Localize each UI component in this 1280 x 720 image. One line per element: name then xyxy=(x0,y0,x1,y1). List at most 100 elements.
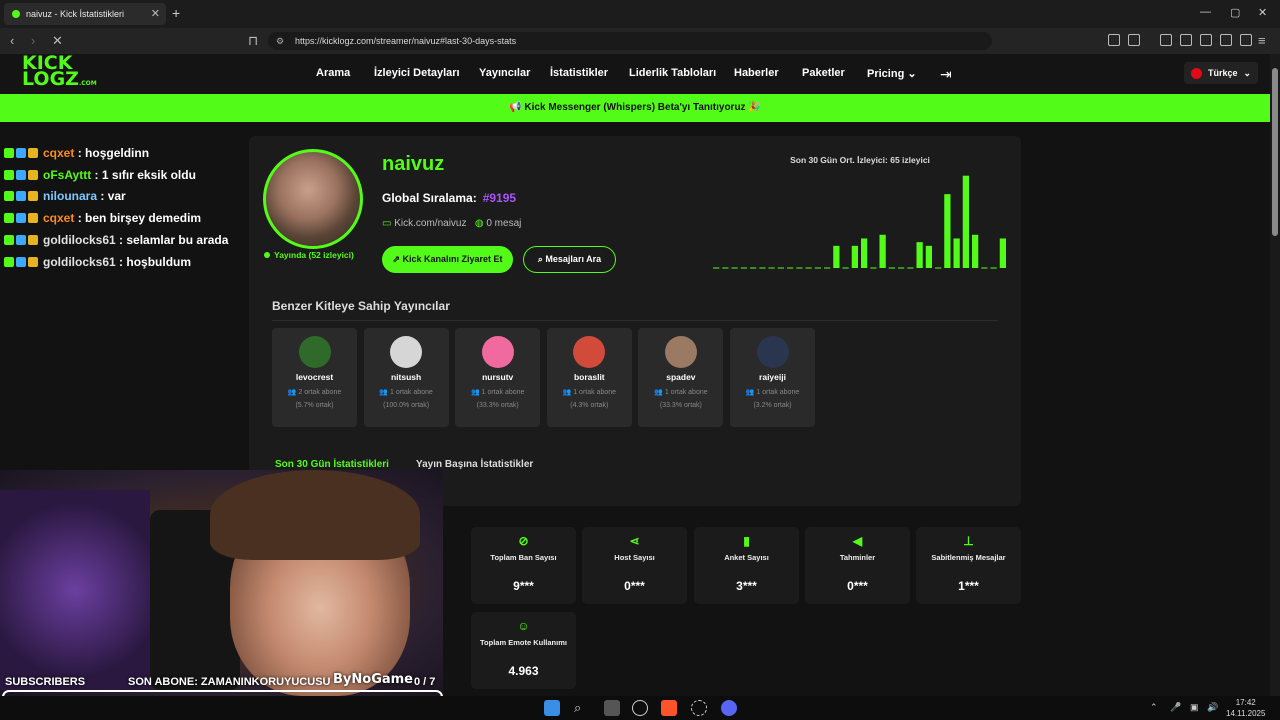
tab-title: naivuz - Kick İstatistikleri xyxy=(26,9,125,19)
similar-streamer-card[interactable]: nursutv 👥 1 ortak abone (33.3% ortak) xyxy=(455,328,541,427)
chat-overlay: cqxet : hoşgeldinn oFsAyttt : 1 sıfır eks… xyxy=(0,142,240,273)
subscribers-label: SUBSCRIBERS xyxy=(5,676,86,688)
similar-streamer-card[interactable]: levocrest 👥 2 ortak abone (5.7% ortak) xyxy=(272,328,357,427)
network-icon[interactable]: ▣ xyxy=(1190,702,1199,713)
turkey-flag-icon xyxy=(1191,67,1202,79)
back-icon[interactable]: ‹ xyxy=(10,33,14,48)
stat-icon: ⊥ xyxy=(963,534,974,548)
brave-icon[interactable] xyxy=(661,700,677,716)
volume-icon[interactable]: 🔊 xyxy=(1207,702,1218,713)
maximize-icon[interactable]: ▢ xyxy=(1230,6,1240,19)
chart-bar[interactable] xyxy=(861,238,868,268)
chat-badge-icon xyxy=(4,169,14,180)
scroll-thumb[interactable] xyxy=(1272,68,1278,236)
chatgpt-icon[interactable] xyxy=(632,700,648,716)
similar-streamer-card[interactable]: spadev 👥 1 ortak abone (33.3% ortak) xyxy=(638,328,724,427)
tray-chevron-icon[interactable]: ⌃ xyxy=(1150,702,1158,713)
tab-per-stream[interactable]: Yayın Başına İstatistikler xyxy=(416,459,533,470)
chart-bar[interactable] xyxy=(953,238,960,268)
similar-streamer-card[interactable]: raiyeiji 👥 1 ortak abone (3.2% ortak) xyxy=(730,328,815,427)
avatar xyxy=(263,149,363,249)
discord-icon[interactable] xyxy=(721,700,737,716)
chart-bar[interactable] xyxy=(944,194,951,268)
tab-close-icon[interactable]: ✕ xyxy=(151,7,160,20)
login-icon[interactable]: ⇥ xyxy=(940,66,952,83)
wallet-icon[interactable] xyxy=(1200,34,1212,46)
browser-tab[interactable]: naivuz - Kick İstatistikleri ✕ xyxy=(4,3,166,25)
mic-icon[interactable]: 🎤 xyxy=(1170,702,1181,713)
stat-icon: ☺ xyxy=(517,619,530,633)
chart-bar[interactable] xyxy=(879,234,886,268)
minimize-icon[interactable]: — xyxy=(1200,6,1211,18)
nav-arama[interactable]: Arama xyxy=(316,67,350,79)
nav-izleyici-detaylari[interactable]: İzleyici Detayları xyxy=(374,67,460,79)
users-icon: 👥 xyxy=(654,389,663,396)
chart-bar[interactable] xyxy=(925,245,932,268)
chart-bar[interactable] xyxy=(916,242,923,268)
sponsor-logo: ByNoGame xyxy=(333,672,413,687)
chart-bar[interactable] xyxy=(851,245,858,268)
stat-card: ⋖ Host Sayısı 0*** xyxy=(582,527,687,604)
forward-icon[interactable]: › xyxy=(31,33,35,48)
chart-bar[interactable] xyxy=(833,245,840,268)
stat-icon: ◀ xyxy=(852,534,863,548)
stat-card: ⊘ Toplam Ban Sayısı 9*** xyxy=(471,527,576,604)
chat-username[interactable]: goldilocks61 xyxy=(43,255,116,269)
nav-pricing[interactable]: Pricing ⌄ xyxy=(867,67,917,80)
chat-username[interactable]: nilounara xyxy=(43,189,97,203)
megaphone-icon: 📢 xyxy=(509,102,522,113)
screenshot-icon[interactable] xyxy=(1128,34,1140,46)
reload-icon[interactable]: ✕ xyxy=(52,33,63,49)
kicklogz-logo[interactable]: KICK LOGZ.COM xyxy=(22,54,97,92)
app-icon[interactable] xyxy=(691,700,707,716)
extensions-icon[interactable] xyxy=(1108,34,1120,46)
vpn-icon[interactable] xyxy=(1240,34,1252,46)
chart-bar[interactable] xyxy=(962,175,969,268)
language-select[interactable]: Türkçe ⌄ xyxy=(1184,62,1258,84)
nav-haberler[interactable]: Haberler xyxy=(734,67,779,79)
chart-bar[interactable] xyxy=(999,238,1006,268)
users-icon: 👥 xyxy=(379,389,389,396)
nav-istatistikler[interactable]: İstatistikler xyxy=(550,67,608,79)
chat-username[interactable]: cqxet xyxy=(43,211,74,225)
page-scrollbar[interactable] xyxy=(1270,54,1280,696)
global-rank: Global Sıralama: #9195 xyxy=(382,191,516,205)
sidebar-icon[interactable] xyxy=(1180,34,1192,46)
stat-value: 0*** xyxy=(624,579,645,593)
chat-icon: ◍ xyxy=(474,218,484,229)
language-label: Türkçe xyxy=(1208,68,1238,78)
nav-liderlik[interactable]: Liderlik Tabloları xyxy=(629,67,716,79)
tab-last-30-days[interactable]: Son 30 Gün İstatistikleri xyxy=(275,459,389,470)
url-field[interactable]: ⚙ https://kicklogz.com/streamer/naivuz#l… xyxy=(268,32,992,50)
chat-text: selamlar bu arada xyxy=(126,233,229,248)
chart-bar[interactable] xyxy=(972,234,979,268)
shared-subs: 👥 1 ortak abone xyxy=(364,388,449,396)
clock[interactable]: 17:42 14.11.2025 xyxy=(1226,697,1265,719)
media-icon[interactable] xyxy=(1160,34,1172,46)
shared-subs: 👥 1 ortak abone xyxy=(638,388,723,396)
chat-separator: : xyxy=(74,145,86,160)
nav-yayincilar[interactable]: Yayıncılar xyxy=(479,67,530,79)
announcement-banner[interactable]: 📢 Kick Messenger (Whispers) Beta'yı Tanı… xyxy=(0,94,1270,122)
window-close-icon[interactable]: ✕ xyxy=(1258,6,1267,19)
sub-count: 0 / 7 xyxy=(414,676,436,688)
nav-paketler[interactable]: Paketler xyxy=(802,67,845,79)
users-icon: 👥 xyxy=(562,389,572,396)
similar-streamer-card[interactable]: nitsush 👥 1 ortak abone (100.0% ortak) xyxy=(363,328,449,427)
leo-icon[interactable] xyxy=(1220,34,1232,46)
shared-pct: (3.2% ortak) xyxy=(753,402,792,409)
visit-kick-button[interactable]: ⇗ Kick Kanalını Ziyaret Et xyxy=(382,246,513,273)
site-settings-icon[interactable]: ⚙ xyxy=(276,32,284,50)
kick-link[interactable]: Kick.com/naivuz xyxy=(394,218,466,229)
search-icon[interactable]: ⌕ xyxy=(574,700,590,716)
search-messages-button[interactable]: ⌕ Mesajları Ara xyxy=(523,246,616,273)
menu-icon[interactable]: ≡ xyxy=(1258,33,1266,48)
task-view-icon[interactable] xyxy=(604,700,620,716)
chat-username[interactable]: oFsAyttt xyxy=(43,168,91,182)
start-icon[interactable] xyxy=(544,700,560,716)
similar-streamer-card[interactable]: boraslit 👥 1 ortak abone (4.3% ortak) xyxy=(546,328,632,427)
bookmark-icon[interactable]: ⊓ xyxy=(248,33,258,49)
chat-username[interactable]: goldilocks61 xyxy=(43,233,116,247)
chat-username[interactable]: cqxet xyxy=(43,146,74,160)
new-tab-button[interactable]: + xyxy=(172,5,180,21)
